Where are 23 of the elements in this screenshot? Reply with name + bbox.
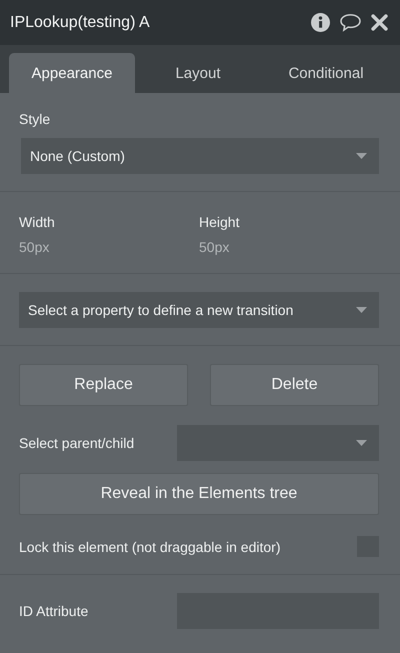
reveal-button[interactable]: Reveal in the Elements tree — [19, 473, 379, 515]
caret-icon — [356, 153, 367, 159]
caret-icon — [356, 307, 367, 313]
tab[interactable]: Appearance — [9, 53, 135, 93]
close-icon[interactable] — [371, 14, 388, 31]
action-button[interactable]: Replace — [19, 364, 188, 406]
action-button[interactable]: Delete — [210, 364, 379, 406]
lock-label: Lock this element (not draggable in editor) — [19, 538, 280, 554]
tab[interactable]: Layout — [135, 53, 261, 93]
size-value[interactable]: 50px — [19, 239, 199, 255]
tab[interactable]: Conditional — [261, 53, 391, 93]
size-label: Width — [19, 214, 56, 230]
caret-icon — [356, 440, 367, 446]
transition-dropdown[interactable]: Select a property to define a new transition — [19, 292, 379, 328]
parent-child-label: Select parent/child — [19, 435, 134, 451]
id-attribute-label: ID Attribute — [19, 603, 88, 619]
info-icon[interactable] — [311, 13, 330, 32]
size-label: Height — [199, 214, 240, 230]
style-label: Style — [19, 111, 52, 127]
window-title: IPLookup(testing) A — [10, 14, 150, 32]
comment-icon[interactable] — [339, 13, 362, 32]
style-dropdown[interactable]: None (Custom) — [21, 138, 379, 174]
size-value[interactable]: 50px — [199, 239, 379, 255]
